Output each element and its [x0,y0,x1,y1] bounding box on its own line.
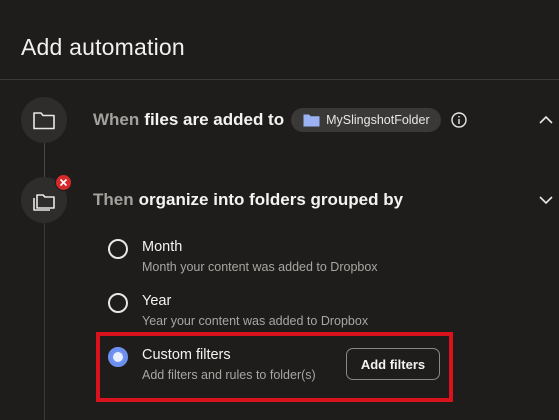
option-description: Year your content was added to Dropbox [142,314,369,328]
page-title: Add automation [21,34,185,60]
folder-icon [303,114,320,127]
trigger-text: files are added to [144,110,285,129]
timeline-connector-lower [44,222,45,420]
folder-outline-icon [33,112,55,130]
option-month[interactable]: Month Month your content was added to Dr… [108,238,378,275]
folder-name: MySlingshotFolder [326,113,430,127]
action-text: organize into folders grouped by [138,190,404,209]
header-divider [0,79,559,80]
remove-badge[interactable] [55,174,72,191]
option-label: Custom filters [142,347,231,363]
multiple-folders-icon [33,194,55,211]
chevron-up-icon[interactable] [537,111,555,134]
radio-month[interactable] [108,239,128,259]
trigger-row[interactable]: When files are added to MySlingshotFolde… [93,108,467,132]
radio-year[interactable] [108,293,128,313]
trigger-prefix: When [93,110,140,129]
folder-chip[interactable]: MySlingshotFolder [291,108,441,132]
option-label: Month [142,239,183,255]
option-custom-filters[interactable]: Custom filters Add filters and rules to … [108,346,316,383]
action-row[interactable]: Then organize into folders grouped by [93,189,403,211]
remove-x-icon [59,178,68,187]
timeline-connector [44,140,45,180]
option-label: Year [142,293,172,309]
info-icon[interactable] [450,112,467,128]
radio-custom-filters[interactable] [108,347,128,367]
chevron-down-icon[interactable] [537,191,555,214]
option-year[interactable]: Year Year your content was added to Drop… [108,292,368,329]
add-filters-button[interactable]: Add filters [346,348,440,380]
action-prefix: Then [93,190,134,209]
option-description: Month your content was added to Dropbox [142,260,378,274]
option-description: Add filters and rules to folder(s) [142,368,316,382]
trigger-step-folder-icon [21,97,67,143]
